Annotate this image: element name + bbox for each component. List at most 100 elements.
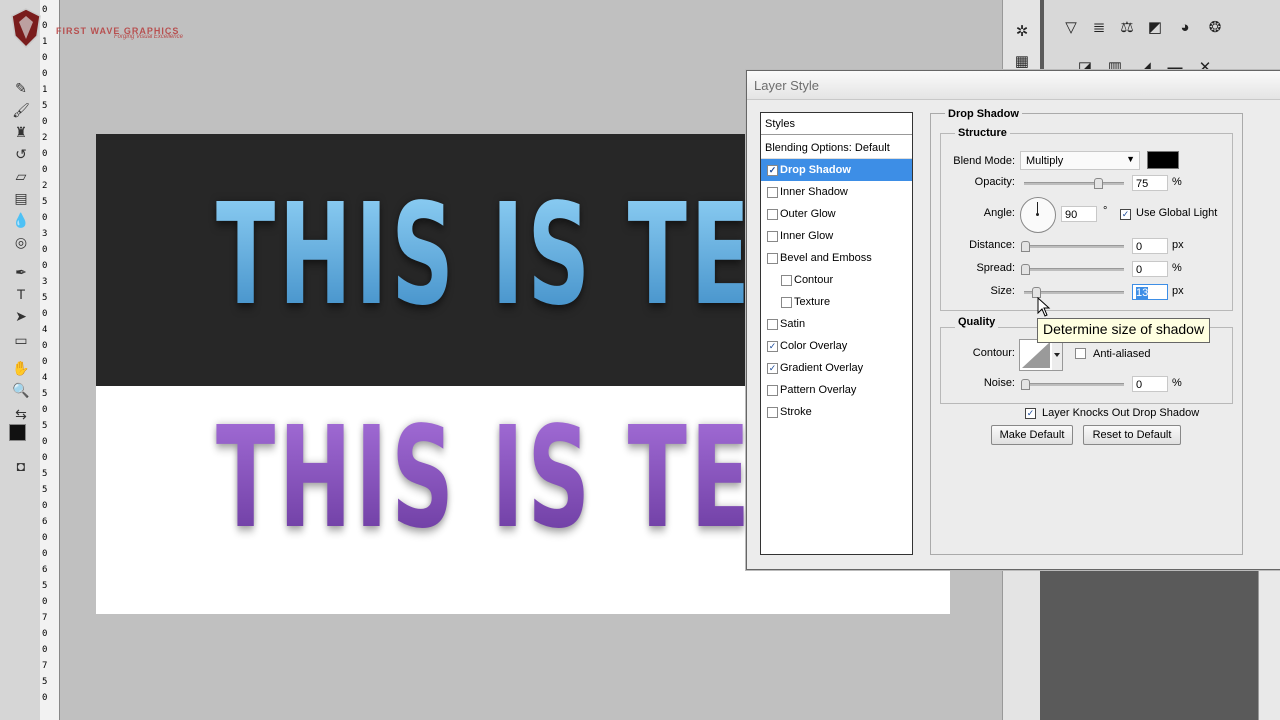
purple-text-layer: THIS IS TEX (216, 397, 825, 560)
style-item-checkbox[interactable]: ✓ (767, 363, 778, 374)
use-global-light-checkbox[interactable]: ✓ (1120, 209, 1131, 220)
chevron-down-icon: ▼ (1126, 154, 1135, 164)
styles-header[interactable]: Styles (761, 113, 912, 135)
style-item-checkbox[interactable] (767, 407, 778, 418)
ruler-digit: 0 (42, 645, 48, 655)
spread-slider[interactable] (1021, 264, 1124, 275)
style-item-checkbox[interactable] (767, 187, 778, 198)
ruler-digit: 5 (42, 293, 48, 303)
blur-tool-icon[interactable]: 💧 (10, 210, 32, 230)
dialog-title: Layer Style (754, 78, 820, 93)
blue-text-layer: THIS IS TEX (216, 174, 825, 337)
ruler-digit: 0 (42, 149, 48, 159)
anti-aliased-checkbox[interactable] (1075, 348, 1086, 359)
style-item-gradient-overlay[interactable]: ✓ Gradient Overlay (761, 357, 912, 379)
style-item-checkbox[interactable]: ✓ (767, 341, 778, 352)
opacity-slider-knob[interactable] (1094, 178, 1103, 189)
style-item-pattern-overlay[interactable]: Pattern Overlay (761, 379, 912, 401)
opacity-slider[interactable] (1024, 178, 1124, 189)
distance-field[interactable]: 0 (1132, 238, 1168, 254)
style-item-label: Gradient Overlay (780, 362, 864, 374)
shape-tool-icon[interactable]: ▭ (10, 330, 32, 350)
hand-tool-icon[interactable]: ✋ (10, 358, 32, 378)
shadow-color-swatch[interactable] (1147, 151, 1179, 169)
histogram-icon[interactable]: ▦ (1011, 50, 1033, 72)
blending-options-item[interactable]: Blending Options: Default (761, 137, 912, 159)
size-field[interactable]: 13 (1132, 284, 1168, 300)
size-slider[interactable] (1024, 287, 1124, 298)
style-item-bevel-and-emboss[interactable]: Bevel and Emboss (761, 247, 912, 269)
ruler-digit: 2 (42, 181, 48, 191)
channel-mixer-icon[interactable]: ❂ (1204, 16, 1226, 38)
style-item-outer-glow[interactable]: Outer Glow (761, 203, 912, 225)
distance-slider-knob[interactable] (1021, 241, 1030, 252)
gradient-tool-icon[interactable]: ▤ (10, 188, 32, 208)
history-brush-icon[interactable]: ↺ (10, 144, 32, 164)
dodge-tool-icon[interactable]: ◎ (10, 232, 32, 252)
make-default-button[interactable]: Make Default (991, 425, 1073, 445)
swap-colors-icon[interactable]: ⇆ (10, 404, 32, 424)
layer-knocks-out-checkbox[interactable]: ✓ (1025, 408, 1036, 419)
opacity-label: Opacity: (974, 176, 1015, 188)
type-tool-icon[interactable]: T (10, 284, 32, 304)
noise-slider[interactable] (1021, 379, 1124, 390)
spread-slider-knob[interactable] (1021, 264, 1030, 275)
style-item-label: Texture (794, 296, 831, 308)
quick-mask-icon[interactable]: ◘ (10, 456, 32, 476)
color-balance-icon[interactable]: ⚖ (1116, 16, 1138, 38)
reset-to-default-button[interactable]: Reset to Default (1083, 425, 1181, 445)
style-item-checkbox[interactable] (767, 319, 778, 330)
spot-healing-brush-icon[interactable]: ✎ (10, 78, 32, 98)
ruler-digit: 0 (42, 501, 48, 511)
blend-mode-value: Multiply (1026, 155, 1064, 167)
noise-field[interactable]: 0 (1132, 376, 1168, 392)
spread-field[interactable]: 0 (1132, 261, 1168, 277)
style-item-checkbox[interactable] (767, 231, 778, 242)
ruler-digit: 3 (42, 229, 48, 239)
style-item-satin[interactable]: Satin (761, 313, 912, 335)
ruler-digit: 4 (42, 373, 48, 383)
black-white-icon[interactable]: ◩ (1144, 16, 1166, 38)
ruler-digit: 6 (42, 517, 48, 527)
style-item-drop-shadow[interactable]: ✓ Drop Shadow (761, 159, 912, 181)
vertical-ruler: 0 0 1 0 0 1 5 0 2 0 0 2 5 0 3 0 0 3 5 0 4 0 0 4 5 0 5 0 0 5 5 0 6 0 0 6 5 0 7 0… (40, 0, 60, 720)
style-item-checkbox[interactable] (767, 253, 778, 264)
clone-stamp-icon[interactable]: ♜ (10, 122, 32, 142)
section-title: Drop Shadow (945, 108, 1022, 120)
photo-filter-icon[interactable]: ◕ (1174, 16, 1196, 38)
brush-tool-icon[interactable]: 🖌 (10, 100, 32, 120)
ruler-digit: 0 (42, 21, 48, 31)
vibrance-icon[interactable]: ▽ (1060, 16, 1082, 38)
style-item-checkbox[interactable] (767, 385, 778, 396)
pen-tool-icon[interactable]: ✒ (10, 262, 32, 282)
hue-saturation-icon[interactable]: ≣ (1088, 16, 1110, 38)
opacity-field[interactable]: 75 (1132, 175, 1168, 191)
distance-slider[interactable] (1021, 241, 1124, 252)
angle-dial[interactable] (1020, 197, 1056, 233)
path-selection-icon[interactable]: ➤ (10, 306, 32, 326)
navigator-icon[interactable]: ✲ (1011, 20, 1033, 42)
dialog-title-bar[interactable]: Layer Style (747, 71, 1280, 100)
blend-mode-label: Blend Mode: (953, 155, 1015, 167)
contour-picker[interactable] (1019, 339, 1063, 371)
style-item-stroke[interactable]: Stroke (761, 401, 912, 423)
style-item-texture[interactable]: Texture (761, 291, 912, 313)
ruler-digit: 0 (42, 437, 48, 447)
angle-field[interactable]: 90 (1061, 206, 1097, 222)
style-item-checkbox[interactable] (781, 297, 792, 308)
style-item-color-overlay[interactable]: ✓ Color Overlay (761, 335, 912, 357)
style-item-inner-shadow[interactable]: Inner Shadow (761, 181, 912, 203)
foreground-color-swatch[interactable] (9, 424, 26, 441)
blend-mode-select[interactable]: Multiply ▼ (1020, 151, 1140, 170)
eraser-tool-icon[interactable]: ▱ (10, 166, 32, 186)
zoom-tool-icon[interactable]: 🔍 (10, 380, 32, 400)
ruler-digit: 5 (42, 197, 48, 207)
style-item-checkbox[interactable] (767, 209, 778, 220)
style-item-checkbox[interactable]: ✓ (767, 165, 778, 176)
noise-slider-knob[interactable] (1021, 379, 1030, 390)
style-item-contour[interactable]: Contour (761, 269, 912, 291)
adjustments-panel: ▽ ≣ ⚖ ◩ ◕ ❂ ◪ ▥ ◢ ▬ ✕ (1044, 0, 1280, 76)
ruler-digit: 5 (42, 677, 48, 687)
style-item-checkbox[interactable] (781, 275, 792, 286)
style-item-inner-glow[interactable]: Inner Glow (761, 225, 912, 247)
